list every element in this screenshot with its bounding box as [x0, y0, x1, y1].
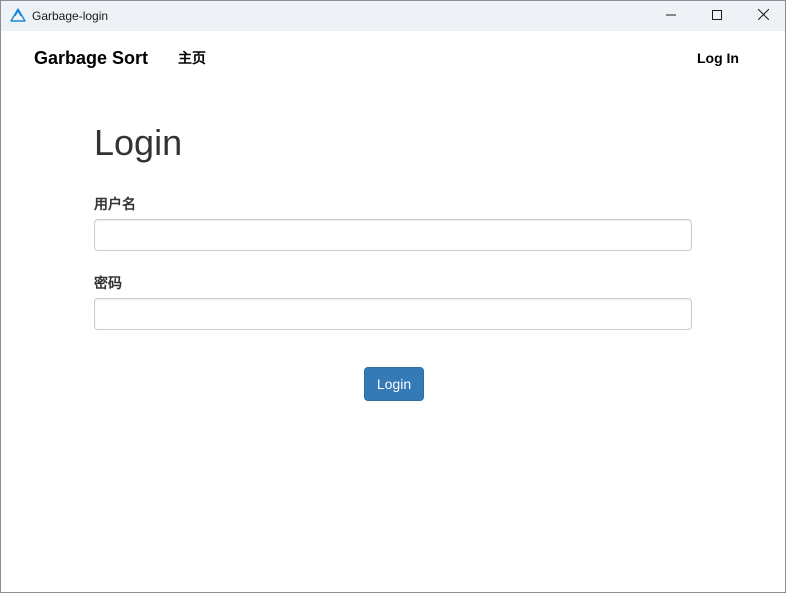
window-title: Garbage-login	[32, 9, 109, 23]
page-title: Login	[94, 122, 183, 163]
password-label: 密码	[94, 275, 122, 291]
close-icon	[757, 7, 769, 25]
nav-login-link[interactable]: Log In	[697, 50, 739, 66]
maximize-icon	[712, 7, 722, 25]
nav-home-link[interactable]: 主页	[178, 50, 206, 66]
app-window: Garbage-login Garbage Sort 主页 Log In Log…	[0, 0, 786, 593]
username-input[interactable]	[94, 219, 692, 251]
title-bar[interactable]: Garbage-login	[1, 1, 785, 31]
password-input[interactable]	[94, 298, 692, 330]
recycle-triangle-icon	[9, 7, 27, 25]
navbar: Garbage Sort 主页 Log In	[1, 31, 785, 85]
username-label: 用户名	[94, 196, 136, 212]
minimize-button[interactable]	[648, 1, 694, 31]
brand-link[interactable]: Garbage Sort	[34, 48, 148, 68]
close-button[interactable]	[740, 1, 785, 31]
maximize-button[interactable]	[694, 1, 740, 31]
login-submit-button[interactable]: Login	[364, 367, 424, 401]
minimize-icon	[666, 7, 676, 25]
